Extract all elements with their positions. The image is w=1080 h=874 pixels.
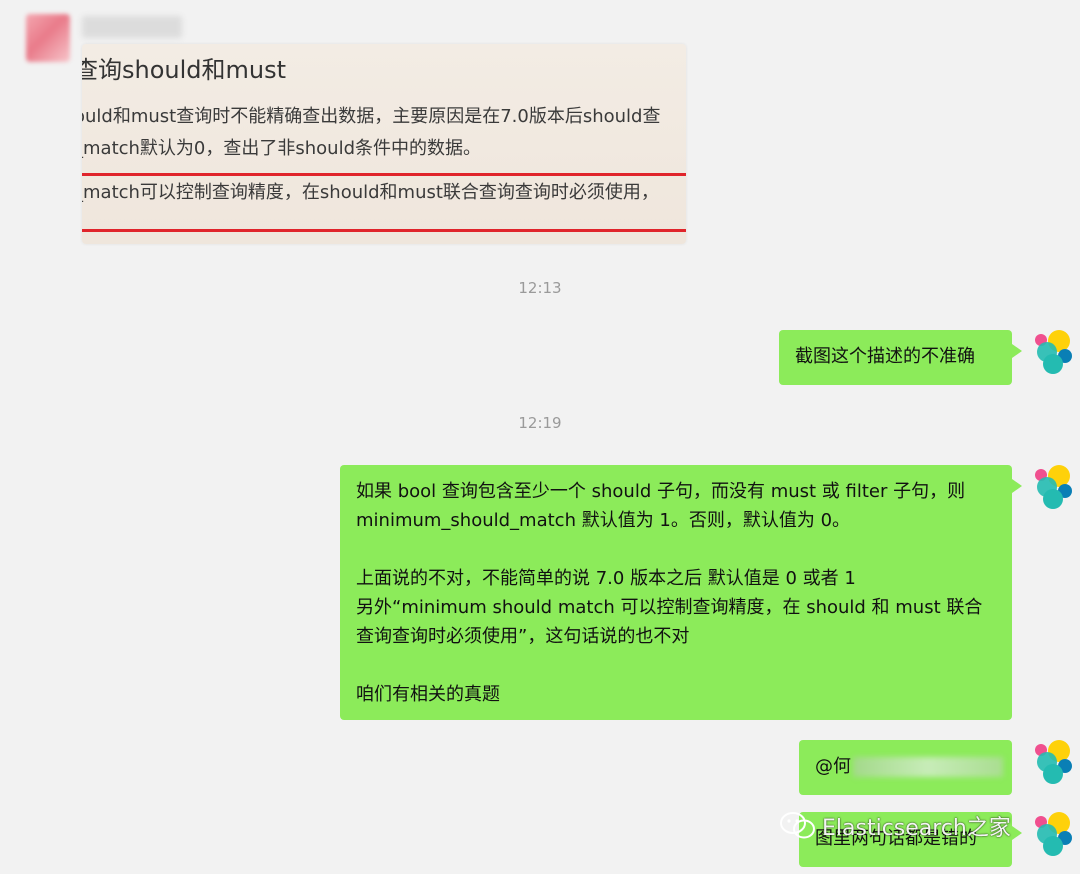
screenshot-line-1: ould和must查询时不能精确查出数据，主要原因是在7.0版本后should查	[82, 106, 661, 127]
red-highlight-bottom	[82, 229, 686, 232]
screenshot-line-2: _match默认为0，查出了非should条件中的数据。	[82, 138, 482, 159]
timestamp: 12:19	[518, 414, 562, 432]
message-text: 截图这个描述的不准确	[795, 346, 975, 367]
wechat-icon	[780, 812, 816, 846]
screenshot-image[interactable]: 查询should和must ould和must查询时不能精确查出数据，主要原因是…	[82, 44, 686, 244]
message-paragraph-1: 如果 bool 查询包含至少一个 should 子句，而没有 must 或 fi…	[356, 481, 966, 531]
elastic-logo-icon[interactable]	[1028, 737, 1076, 785]
mention-text: @何	[815, 756, 851, 777]
sender-name-blurred	[82, 16, 182, 38]
screenshot-line-3: _match可以控制查询精度，在should和must联合查询查询时必须使用，	[82, 182, 659, 203]
timestamp: 12:13	[518, 279, 562, 297]
elastic-logo-icon[interactable]	[1028, 462, 1076, 510]
red-highlight-top	[82, 173, 686, 176]
watermark-text: Elasticsearch之家	[822, 816, 1011, 841]
mention-name-blurred	[853, 757, 1003, 777]
elastic-logo-icon[interactable]	[1028, 809, 1076, 857]
message-bubble[interactable]: 截图这个描述的不准确	[779, 330, 1022, 385]
message-bubble-long[interactable]: 如果 bool 查询包含至少一个 should 子句，而没有 must 或 fi…	[340, 465, 1022, 720]
screenshot-title: 查询should和must	[82, 56, 287, 84]
watermark: Elasticsearch之家	[780, 810, 1011, 846]
message-paragraph-3: 咱们有相关的真题	[356, 684, 500, 705]
sender-avatar[interactable]	[26, 14, 70, 62]
message-paragraph-2: 上面说的不对，不能简单的说 7.0 版本之后 默认值是 0 或者 1 另外“mi…	[356, 568, 983, 647]
elastic-logo-icon[interactable]	[1028, 327, 1076, 375]
message-bubble-mention[interactable]: @何	[799, 740, 1012, 795]
